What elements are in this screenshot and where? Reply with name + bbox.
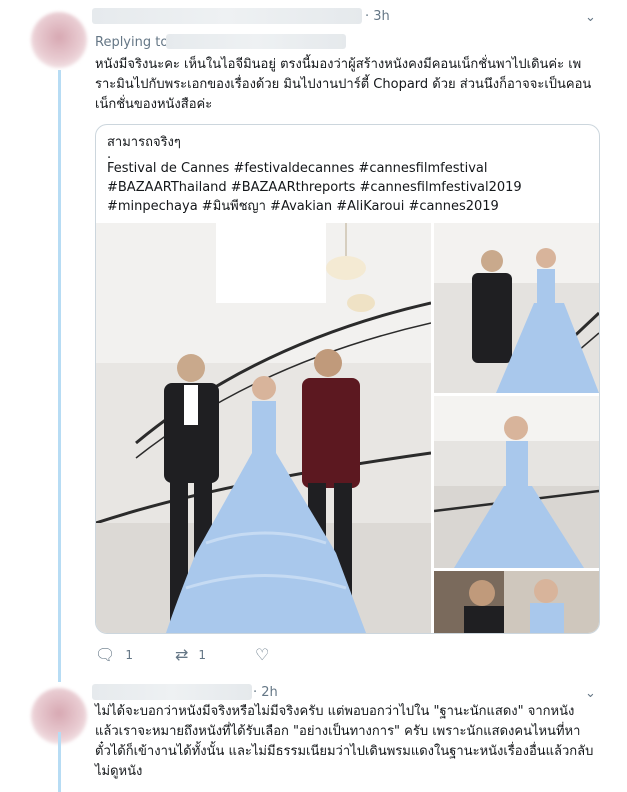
avatar[interactable] bbox=[31, 12, 87, 68]
tweet-actions: 🗨 1 ⇄ 1 ♡ bbox=[95, 647, 295, 667]
embedded-post-card[interactable]: สามารถจริงๆ . Festival de Cannes #festiv… bbox=[95, 124, 600, 634]
retweet-count: 1 bbox=[198, 648, 207, 662]
reply-button[interactable]: 🗨 1 bbox=[95, 647, 133, 663]
heart-icon: ♡ bbox=[255, 645, 270, 664]
tweet-line: ไม่ได้จะบอกว่าหนังมีจริงหรือไม่มีจริงครั… bbox=[95, 704, 575, 719]
chevron-down-icon[interactable]: ⌄ bbox=[585, 686, 596, 701]
photo-top-right[interactable] bbox=[434, 223, 599, 393]
caption-line: Festival de Cannes #festivaldecannes #ca… bbox=[107, 161, 488, 176]
tweet-line: ตั๋วได้ก็เข้างานได้ทั้งนั้น และไม่มีธรรม… bbox=[95, 744, 594, 759]
card-caption: Festival de Cannes #festivaldecannes #ca… bbox=[107, 159, 587, 216]
user-name-redacted[interactable] bbox=[92, 8, 362, 24]
tweet-time[interactable]: · 2h bbox=[253, 685, 278, 700]
tweet-body: หนังมีจริงนะคะ เห็นในไอจีมินอยู่ ตรงนี้ม… bbox=[95, 55, 615, 115]
reply-count: 1 bbox=[125, 648, 133, 662]
tweet-line: ราะมินไปกับพระเอกของเรื่องด้วย มินไปงานป… bbox=[95, 77, 592, 92]
replying-to: Replying to bbox=[95, 35, 168, 50]
card-title: สามารถจริงๆ bbox=[107, 135, 181, 150]
main-photo[interactable] bbox=[96, 223, 431, 633]
user-name-redacted[interactable] bbox=[92, 684, 252, 700]
thread-line bbox=[58, 70, 61, 682]
tweet-body: ไม่ได้จะบอกว่าหนังมีจริงหรือไม่มีจริงครั… bbox=[95, 702, 620, 782]
tweet-time[interactable]: · 3h bbox=[365, 9, 390, 24]
replying-handle-redacted[interactable] bbox=[166, 34, 346, 49]
tweet-line: เน็กชั่นของหนังสือค่ะ bbox=[95, 97, 213, 112]
photo-bottom-right[interactable] bbox=[434, 571, 599, 633]
chevron-down-icon[interactable]: ⌄ bbox=[585, 10, 596, 25]
photo-middle-right[interactable] bbox=[434, 396, 599, 568]
caption-line: #minpechaya #มินพีชญา #Avakian #AliKarou… bbox=[107, 199, 499, 214]
tweet-line: แล้วเราจะหมายถึงหนังที่ได้รับเลือก "อย่า… bbox=[95, 724, 581, 739]
tweet-line: หนังมีจริงนะคะ เห็นในไอจีมินอยู่ ตรงนี้ม… bbox=[95, 57, 582, 72]
thread-line bbox=[58, 732, 61, 792]
like-button[interactable]: ♡ bbox=[255, 647, 279, 663]
retweet-icon: ⇄ bbox=[175, 645, 189, 664]
reply-icon: 🗨 bbox=[95, 645, 116, 664]
replying-label: Replying to bbox=[95, 35, 169, 50]
caption-line: #BAZAARThailand #BAZAARthreports #cannes… bbox=[107, 180, 522, 195]
tweet-line: ไม่ดูหนัง bbox=[95, 764, 143, 779]
retweet-button[interactable]: ⇄ 1 bbox=[175, 647, 206, 663]
